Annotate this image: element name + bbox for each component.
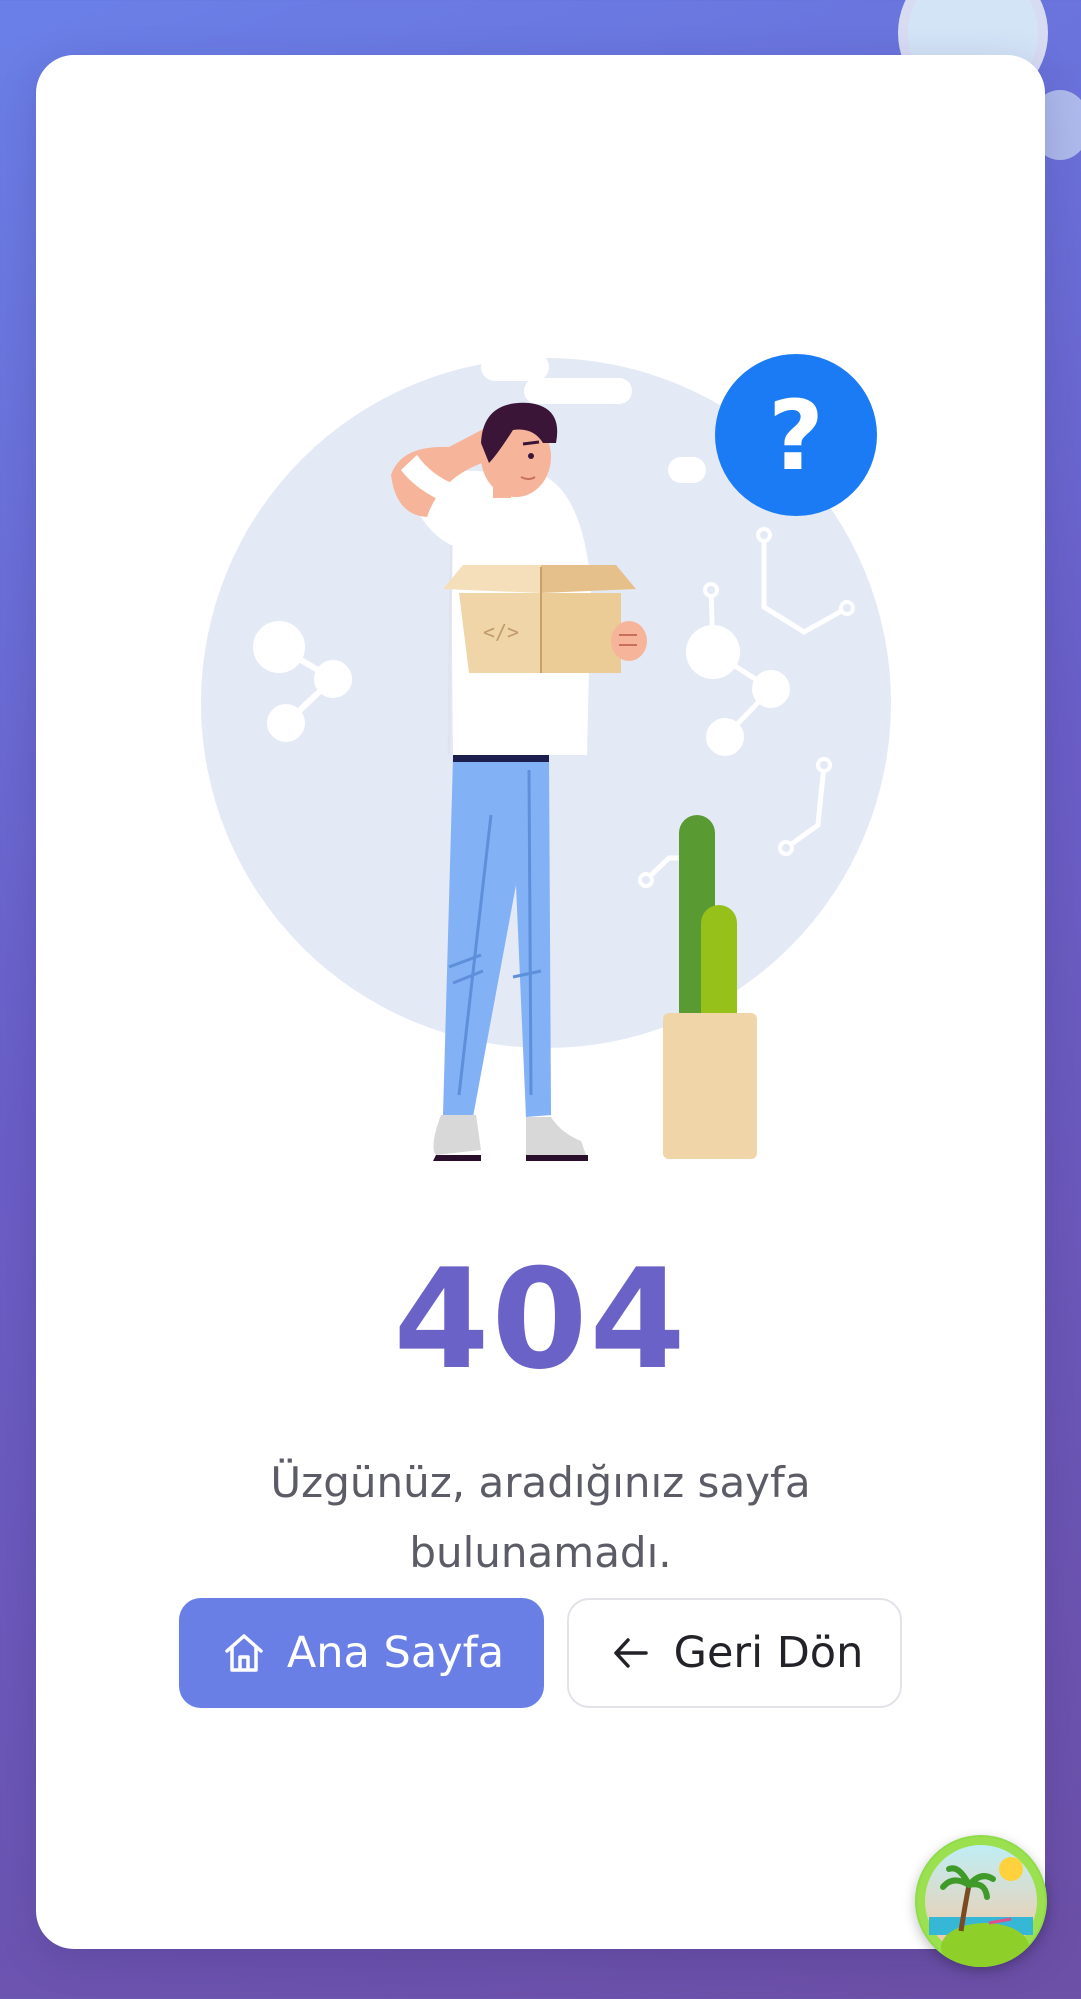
question-mark-icon: ?: [768, 380, 824, 492]
floating-widget-button[interactable]: [915, 1835, 1047, 1967]
beach-island-icon: [917, 1837, 1045, 1967]
code-symbol-icon: </>: [483, 620, 519, 644]
back-button[interactable]: Geri Dön: [567, 1598, 902, 1708]
home-icon: [219, 1628, 269, 1678]
error-code: 404: [393, 1239, 688, 1400]
cardboard-box: </>: [443, 565, 647, 673]
home-button[interactable]: Ana Sayfa: [179, 1598, 544, 1708]
confused-man-illustration: ? </>: [201, 329, 891, 1161]
error-message: Üzgünüz, aradığınız sayfa bulunamadı.: [270, 1458, 811, 1577]
back-button-label: Geri Dön: [673, 1628, 864, 1678]
arrow-left-icon: [606, 1628, 656, 1678]
error-card: ? </> 404 Üzgünüz, aradığınız sayfa bulu…: [36, 55, 1045, 1949]
home-button-label: Ana Sayfa: [286, 1628, 505, 1678]
